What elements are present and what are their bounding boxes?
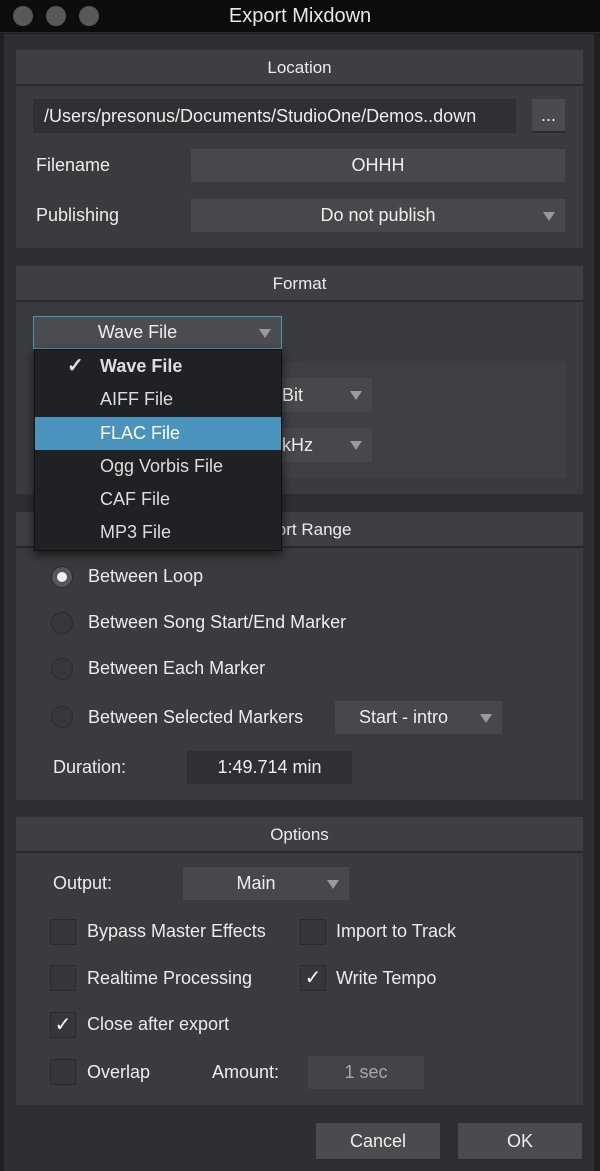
publishing-dropdown[interactable]: Do not publish: [191, 199, 565, 232]
radio-label: Between Song Start/End Marker: [88, 612, 347, 632]
menu-item-caf[interactable]: CAF File: [35, 483, 281, 516]
location-header: Location: [16, 50, 583, 86]
menu-item-ogg[interactable]: Ogg Vorbis File: [35, 450, 281, 483]
checkbox-label: Close after export: [87, 1014, 230, 1034]
browse-button[interactable]: ...: [532, 99, 565, 133]
menu-item-wave[interactable]: ✓ Wave File: [35, 350, 281, 383]
amount-input[interactable]: 1 sec: [308, 1056, 424, 1089]
checkbox-label: Import to Track: [336, 921, 457, 941]
title-bar: Export Mixdown: [0, 0, 600, 33]
chevron-down-icon: [543, 211, 555, 221]
menu-item-label: Wave File: [100, 356, 183, 376]
radio-label: Between Each Marker: [88, 658, 266, 678]
chevron-down-icon: [350, 391, 362, 400]
checkbox-label: Realtime Processing: [87, 968, 253, 988]
import-to-track-checkbox[interactable]: [300, 919, 326, 945]
format-value: Wave File: [97, 322, 178, 342]
chevron-down-icon: [259, 328, 271, 338]
publishing-value: Do not publish: [320, 205, 436, 225]
publishing-label: Publishing: [36, 205, 120, 225]
markers-dropdown[interactable]: Start - intro: [335, 701, 502, 734]
radio-between-selected-markers[interactable]: [51, 706, 73, 728]
filename-input[interactable]: OHHH: [191, 149, 565, 182]
cancel-button[interactable]: Cancel: [316, 1123, 440, 1161]
output-dropdown[interactable]: Main: [183, 867, 349, 900]
format-menu: ✓ Wave File AIFF File FLAC File Ogg Vorbi…: [34, 349, 282, 551]
chevron-down-icon: [480, 713, 492, 723]
path-field[interactable]: /Users/presonus/Documents/StudioOne/Demo…: [33, 99, 516, 133]
output-value: Main: [236, 873, 276, 893]
menu-item-mp3[interactable]: MP3 File: [35, 516, 281, 549]
format-dropdown[interactable]: Wave File: [33, 316, 282, 349]
chevron-down-icon: [327, 879, 339, 889]
checkbox-label: Overlap: [87, 1062, 151, 1082]
checkbox-label: Bypass Master Effects: [87, 921, 266, 941]
radio-between-loop[interactable]: [51, 566, 73, 588]
output-label: Output:: [53, 873, 113, 893]
checkmark-icon: ✓: [67, 355, 84, 377]
ok-button[interactable]: OK: [458, 1123, 582, 1161]
amount-label: Amount:: [212, 1062, 280, 1082]
filename-label: Filename: [36, 155, 111, 175]
checkbox-label: Write Tempo: [336, 968, 437, 988]
duration-value: 1:49.714 min: [187, 751, 352, 784]
bit-depth-value: Bit: [282, 384, 304, 405]
format-header: Format: [16, 266, 583, 302]
radio-label: Between Loop: [88, 566, 204, 586]
window-title: Export Mixdown: [228, 5, 372, 27]
realtime-processing-checkbox[interactable]: [50, 965, 76, 991]
menu-item-flac[interactable]: FLAC File: [35, 417, 281, 450]
markers-value: Start - intro: [358, 707, 449, 727]
duration-label: Duration:: [53, 757, 127, 777]
close-after-export-checkbox[interactable]: ✓: [50, 1012, 76, 1038]
write-tempo-checkbox[interactable]: ✓: [300, 965, 326, 991]
chevron-down-icon: [350, 441, 362, 450]
bypass-master-effects-checkbox[interactable]: [50, 919, 76, 945]
checkmark-icon: ✓: [54, 1014, 72, 1036]
sample-rate-value: kHz: [282, 434, 313, 455]
menu-item-aiff[interactable]: AIFF File: [35, 383, 281, 416]
overlap-checkbox[interactable]: [50, 1059, 76, 1085]
options-header: Options: [16, 817, 583, 853]
radio-between-song-markers[interactable]: [51, 612, 73, 634]
radio-between-each-marker[interactable]: [51, 658, 73, 680]
radio-label: Between Selected Markers: [88, 707, 304, 727]
checkmark-icon: ✓: [304, 967, 322, 989]
